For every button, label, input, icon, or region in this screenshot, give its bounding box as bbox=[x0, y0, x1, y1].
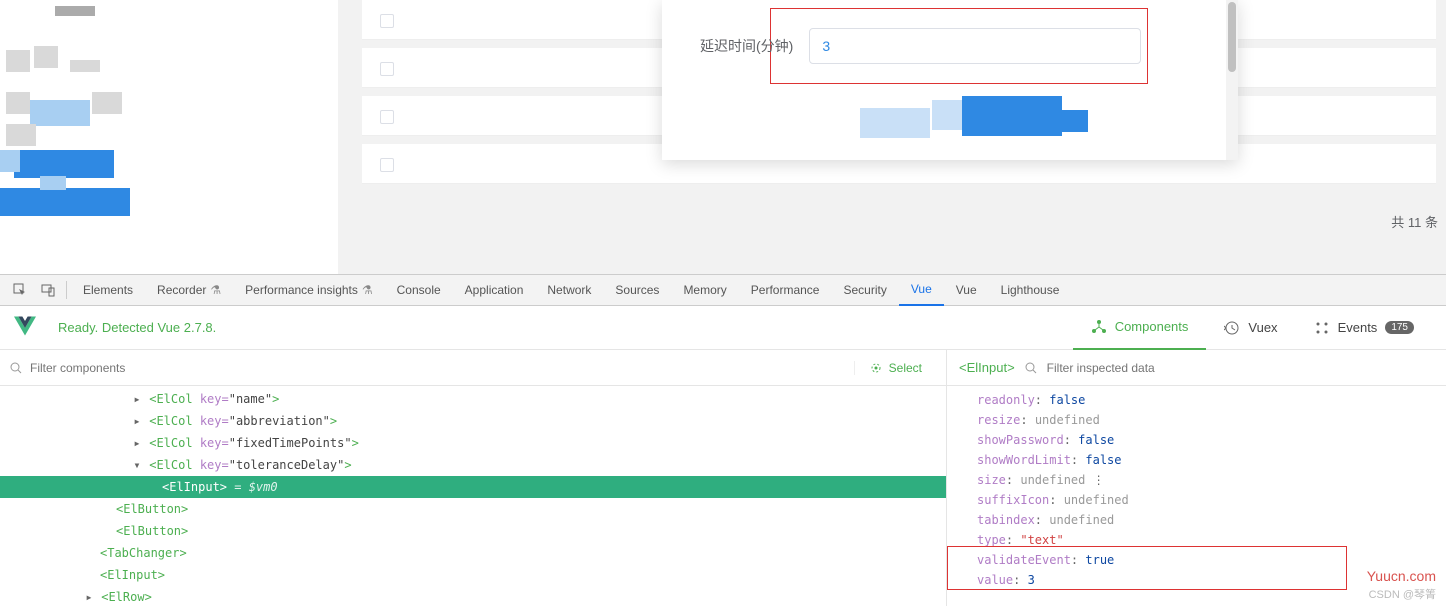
prop-row-size[interactable]: size: undefined ⋮ bbox=[977, 470, 1446, 490]
modal-scrollbar[interactable] bbox=[1226, 0, 1238, 160]
tab-recorder[interactable]: Recorder⚗ bbox=[145, 274, 233, 306]
vue-nav: Components Vuex Events 175 bbox=[1073, 306, 1432, 350]
checkbox[interactable] bbox=[380, 158, 394, 172]
checkbox[interactable] bbox=[380, 14, 394, 28]
component-tree[interactable]: ▸ <ElCol key="name"> ▸ <ElCol key="abbre… bbox=[0, 386, 946, 606]
tree-node[interactable]: <TabChanger> bbox=[0, 542, 946, 564]
vue-logo-icon bbox=[14, 316, 36, 339]
tree-node-selected[interactable]: <ElInput> = $vm0 bbox=[0, 476, 946, 498]
checkbox[interactable] bbox=[380, 110, 394, 124]
sidebar-blurred bbox=[0, 0, 338, 274]
delay-label: 延迟时间(分钟) bbox=[700, 36, 793, 56]
prop-row-showWordLimit[interactable]: showWordLimit: false bbox=[977, 450, 1446, 470]
nav-events-label: Events bbox=[1338, 320, 1378, 335]
modal-dialog: 延迟时间(分钟) bbox=[662, 0, 1238, 160]
prop-row-validateEvent[interactable]: validateEvent: true bbox=[977, 550, 1446, 570]
tab-network[interactable]: Network bbox=[535, 274, 603, 306]
inspect-icon[interactable] bbox=[12, 282, 28, 298]
prop-row-type[interactable]: type: "text" bbox=[977, 530, 1446, 550]
blur-block bbox=[1058, 110, 1088, 132]
history-icon bbox=[1224, 320, 1240, 336]
search-icon bbox=[10, 362, 22, 374]
devtools-tabbar: Elements Recorder⚗ Performance insights⚗… bbox=[0, 274, 1446, 306]
target-icon bbox=[869, 361, 883, 375]
tab-perf-insights[interactable]: Performance insights⚗ bbox=[233, 274, 384, 306]
delay-field-row: 延迟时间(分钟) bbox=[700, 28, 1141, 64]
tab-vue-active[interactable]: Vue bbox=[899, 274, 944, 306]
select-label: Select bbox=[889, 361, 922, 375]
events-icon bbox=[1314, 320, 1330, 336]
vue-status-text: Ready. Detected Vue 2.7.8. bbox=[58, 320, 216, 335]
tab-security[interactable]: Security bbox=[831, 274, 898, 306]
tree-node[interactable]: ▸ <ElCol key="name"> bbox=[0, 388, 946, 410]
nav-events[interactable]: Events 175 bbox=[1296, 306, 1432, 350]
search-icon bbox=[1025, 362, 1037, 374]
tab-lighthouse[interactable]: Lighthouse bbox=[989, 274, 1072, 306]
blur-block bbox=[962, 96, 1062, 136]
prop-row-showPassword[interactable]: showPassword: false bbox=[977, 430, 1446, 450]
prop-row-suffixIcon[interactable]: suffixIcon: undefined bbox=[977, 490, 1446, 510]
components-icon bbox=[1091, 319, 1107, 335]
device-icon[interactable] bbox=[40, 282, 56, 298]
vue-toolbar: Ready. Detected Vue 2.7.8. Components Vu… bbox=[0, 306, 1446, 350]
tab-vue-2[interactable]: Vue bbox=[944, 274, 989, 306]
csdn-credit: CSDN @琴箐 bbox=[1369, 586, 1436, 602]
tab-sources[interactable]: Sources bbox=[603, 274, 671, 306]
delay-input[interactable] bbox=[809, 28, 1141, 64]
tree-node[interactable]: ▸ <ElCol key="abbreviation"> bbox=[0, 410, 946, 432]
nav-components[interactable]: Components bbox=[1073, 306, 1207, 350]
flask-icon: ⚗ bbox=[210, 283, 221, 297]
tab-application[interactable]: Application bbox=[453, 274, 536, 306]
bottom-panels: ▸ <ElCol key="name"> ▸ <ElCol key="abbre… bbox=[0, 386, 1446, 606]
watermark: Yuucn.com bbox=[1367, 568, 1436, 584]
tree-node[interactable]: ▾ <ElCol key="toleranceDelay"> bbox=[0, 454, 946, 476]
checkbox[interactable] bbox=[380, 62, 394, 76]
filter-components-input[interactable] bbox=[30, 361, 846, 375]
nav-vuex-label: Vuex bbox=[1248, 320, 1277, 335]
prop-row-tabindex[interactable]: tabindex: undefined bbox=[977, 510, 1446, 530]
nav-components-label: Components bbox=[1115, 319, 1189, 334]
tree-node[interactable]: <ElButton> bbox=[0, 520, 946, 542]
tab-console[interactable]: Console bbox=[385, 274, 453, 306]
nav-vuex[interactable]: Vuex bbox=[1206, 306, 1295, 350]
inspected-component-tag: <ElInput> bbox=[959, 360, 1015, 375]
blur-block bbox=[860, 108, 930, 138]
pagination-total: 共 11 条 bbox=[1391, 212, 1438, 231]
prop-row-resize[interactable]: resize: undefined bbox=[977, 410, 1446, 430]
flask-icon: ⚗ bbox=[362, 283, 373, 297]
tree-node[interactable]: ▸ <ElCol key="fixedTimePoints"> bbox=[0, 432, 946, 454]
tree-node[interactable]: <ElButton> bbox=[0, 498, 946, 520]
tree-node[interactable]: <ElInput> bbox=[0, 564, 946, 586]
filter-row: Select <ElInput> bbox=[0, 350, 1446, 386]
tree-node[interactable]: ▸ <ElRow> bbox=[0, 586, 946, 606]
events-badge: 175 bbox=[1385, 321, 1414, 334]
blur-block bbox=[932, 100, 962, 130]
tab-memory[interactable]: Memory bbox=[671, 274, 738, 306]
app-top-area: 共 11 条 延迟时间(分钟) bbox=[0, 0, 1446, 274]
tab-elements[interactable]: Elements bbox=[71, 274, 145, 306]
filter-inspected-input[interactable] bbox=[1047, 361, 1434, 375]
select-component-button[interactable]: Select bbox=[854, 361, 936, 375]
prop-row-readonly[interactable]: readonly: false bbox=[977, 390, 1446, 410]
tab-performance[interactable]: Performance bbox=[739, 274, 832, 306]
